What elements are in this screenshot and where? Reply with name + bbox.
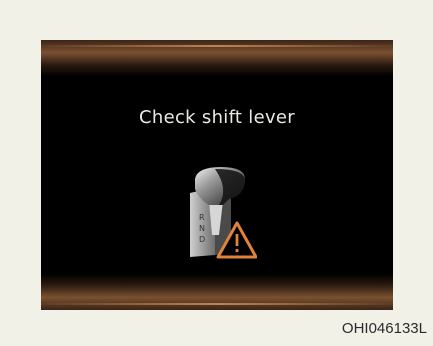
display-top-glow [41, 40, 393, 76]
warning-message: Check shift lever [139, 107, 295, 128]
shift-lever-warning-icon: R N D [190, 167, 257, 259]
gear-label-d: D [199, 235, 205, 244]
gear-label-n: N [199, 224, 205, 233]
page: Check shift lever R N D OHI046133L [0, 0, 433, 346]
figure-code: OHI046133L [341, 320, 427, 337]
display-bottom-glow [41, 274, 393, 310]
gear-label-r: R [199, 213, 205, 222]
warning-mark-dot [235, 249, 239, 252]
warning-mark-bar [235, 234, 239, 246]
cluster-display: Check shift lever R N D [41, 40, 393, 310]
